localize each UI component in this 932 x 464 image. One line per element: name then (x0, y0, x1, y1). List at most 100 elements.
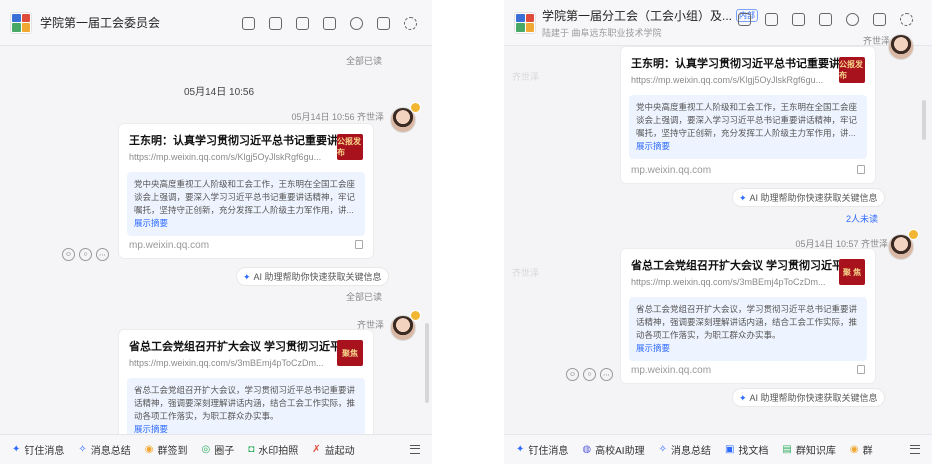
card-summary: 省总工会党组召开扩大会议，学习贯彻习近平总书记重要讲话精神，强调要深刻理解讲话内… (629, 297, 867, 361)
find-doc-label: 找文档 (738, 446, 769, 457)
menu-icon[interactable] (910, 445, 920, 454)
search-list-icon[interactable] (873, 13, 886, 26)
card-url[interactable]: https://mp.weixin.qq.com/s/3mBEmj4pToCzD… (129, 358, 339, 368)
card-title[interactable]: 王东明：认真学习贯彻习近平总书记重要讲... (129, 132, 339, 148)
summary-icon: ✧ (78, 444, 87, 455)
chat-header: 学院第一届工会委员会 (0, 0, 432, 46)
search-list-icon[interactable] (377, 17, 390, 30)
read-status: 全部已读 (345, 292, 382, 302)
ai-assistant-icon: ◍ (582, 444, 592, 455)
copy-icon[interactable] (857, 165, 865, 174)
card-domain: mp.weixin.qq.com (129, 240, 210, 251)
comment-icon[interactable]: ○ (79, 248, 92, 261)
date-divider: 05月14日 10:56 (184, 87, 255, 98)
circle-button[interactable]: ◎ 圈子 (202, 442, 235, 457)
summary-label: 消息总结 (670, 446, 711, 457)
checkin-label: 群签到 (157, 446, 188, 457)
badge-icon (410, 102, 421, 113)
unread-count[interactable]: 2人未读 (846, 212, 878, 225)
ai-hint[interactable]: ✦ AI 助理帮助你快速获取关键信息 (732, 188, 885, 207)
gear-icon[interactable] (900, 13, 913, 26)
ai-hint-text: AI 助理帮助你快速获取关键信息 (749, 393, 878, 403)
card-url[interactable]: https://mp.weixin.qq.com/s/Klgj5OyJlskRg… (631, 75, 841, 85)
show-summary-link[interactable]: 展示摘要 (134, 217, 358, 230)
right-chat-window: 学院第一届分工会（工会小组）及... 内部 陆建于 曲阜远东职业技术学院 齐世泽… (504, 0, 932, 464)
folder-icon[interactable] (323, 17, 336, 30)
link-card[interactable]: 王东明：认真学习贯彻习近平总书记重要讲... https://mp.weixin… (118, 123, 374, 259)
card-title[interactable]: 省总工会党组召开扩大会议 学习贯彻习近平... (129, 338, 339, 354)
card-summary: 党中央高度重视工人阶级和工会工作，王东明在全国工会座谈会上强调，要深入学习习近平… (127, 172, 365, 236)
read-status: 全部已读 (345, 56, 382, 66)
checkin-button[interactable]: ◉ 群签到 (145, 442, 188, 457)
sender-avatar[interactable] (888, 34, 914, 60)
card-thumbnail: 公报发布 (337, 134, 363, 160)
message-list[interactable]: 全部已读 05月14日 10:56 05月14日 10:56 齐世泽 王东明：认… (0, 47, 432, 449)
group-more-button[interactable]: ◉ 群 (850, 442, 873, 457)
speaker-icon[interactable] (792, 13, 805, 26)
message-actions: ☺ ○ ⋯ (62, 248, 109, 261)
speaker-icon[interactable] (296, 17, 309, 30)
group-icon: ◉ (849, 444, 859, 455)
card-url[interactable]: https://mp.weixin.qq.com/s/Klgj5OyJlskRg… (129, 152, 339, 162)
pin-message-button[interactable]: ✦ 钉住消息 (12, 442, 64, 457)
reaction-icon[interactable]: ☺ (62, 248, 75, 261)
ai-hint-text: AI 助理帮助你快速获取关键信息 (253, 272, 382, 282)
link-card[interactable]: 省总工会党组召开扩大会议 学习贯彻习近平... https://mp.weixi… (118, 329, 374, 449)
scrollbar[interactable] (425, 323, 429, 403)
add-user-icon[interactable] (846, 13, 859, 26)
knowledge-icon: ▤ (782, 444, 792, 455)
show-summary-link[interactable]: 展示摘要 (636, 342, 860, 355)
find-doc-button[interactable]: ▣ 找文档 (725, 442, 768, 457)
reaction-icon[interactable]: ☺ (566, 368, 579, 381)
folder-icon[interactable] (819, 13, 832, 26)
gear-icon[interactable] (404, 17, 417, 30)
card-thumbnail: 聚 焦 (839, 259, 865, 285)
pin-icon: ✦ (516, 444, 525, 455)
comment-icon[interactable]: ○ (583, 368, 596, 381)
thumb-text: 聚焦 (342, 348, 358, 358)
charity-button[interactable]: ✗ 益起动 (312, 442, 354, 457)
video-icon[interactable] (242, 17, 255, 30)
campus-ai-button[interactable]: ◍ 高校AI助理 (582, 442, 644, 457)
link-card[interactable]: 王东明：认真学习贯彻习近平总书记重要讲... https://mp.weixin… (620, 46, 876, 184)
ai-hint[interactable]: ✦ AI 助理帮助你快速获取关键信息 (236, 267, 389, 286)
summary-button[interactable]: ✧ 消息总结 (659, 442, 711, 457)
show-summary-link[interactable]: 展示摘要 (636, 140, 860, 153)
summary-text: 省总工会党组召开扩大会议，学习贯彻习近平总书记重要讲话精神，强调要深刻理解讲话内… (636, 304, 858, 340)
watermark-photo-button[interactable]: ◘ 水印拍照 (248, 442, 298, 457)
bottom-toolbar: ✦ 钉住消息 ✧ 消息总结 ◉ 群签到 ◎ 圈子 ◘ 水印拍照 ✗ 益起动 (0, 434, 432, 464)
menu-icon[interactable] (410, 445, 420, 454)
summary-button[interactable]: ✧ 消息总结 (78, 442, 130, 457)
card-domain: mp.weixin.qq.com (631, 165, 712, 176)
pin-icon: ✦ (12, 444, 21, 455)
group-title[interactable]: 学院第一届工会委员会 (40, 14, 160, 31)
video-icon[interactable] (738, 13, 751, 26)
group-avatar[interactable] (10, 11, 32, 34)
card-domain: mp.weixin.qq.com (631, 365, 712, 376)
circle-icon: ◎ (201, 444, 211, 455)
more-icon[interactable]: ⋯ (600, 368, 613, 381)
more-icon[interactable]: ⋯ (96, 248, 109, 261)
ai-hint-text: AI 助理帮助你快速获取关键信息 (749, 193, 878, 203)
knowledge-base-button[interactable]: ▤ 群知识库 (782, 442, 835, 457)
header-toolbar (242, 17, 417, 30)
link-card[interactable]: 省总工会党组召开扩大会议 学习贯彻习近平... https://mp.weixi… (620, 248, 876, 384)
header-toolbar (738, 13, 913, 26)
group-title[interactable]: 学院第一届分工会（工会小组）及... (542, 7, 732, 24)
card-url[interactable]: https://mp.weixin.qq.com/s/3mBEmj4pToCzD… (631, 277, 841, 287)
pin-message-button[interactable]: ✦ 钉住消息 (516, 442, 568, 457)
message-list[interactable]: 齐世泽 齐世泽 王东明：认真学习贯彻习近平总书记重要讲... https://m… (504, 30, 932, 434)
checklist-icon[interactable] (269, 17, 282, 30)
copy-icon[interactable] (355, 240, 363, 249)
message-meta: 05月14日 10:56 齐世泽 (291, 112, 384, 122)
ai-hint[interactable]: ✦ AI 助理帮助你快速获取关键信息 (732, 388, 885, 407)
add-user-icon[interactable] (350, 17, 363, 30)
card-title[interactable]: 省总工会党组召开扩大会议 学习贯彻习近平... (631, 257, 841, 273)
ai-spark-icon: ✦ (243, 272, 251, 282)
ai-spark-icon: ✦ (739, 393, 747, 403)
scrollbar[interactable] (922, 100, 926, 140)
thumb-text: 公报发布 (337, 137, 361, 157)
card-title[interactable]: 王东明：认真学习贯彻习近平总书记重要讲... (631, 55, 841, 71)
checklist-icon[interactable] (765, 13, 778, 26)
copy-icon[interactable] (857, 365, 865, 374)
